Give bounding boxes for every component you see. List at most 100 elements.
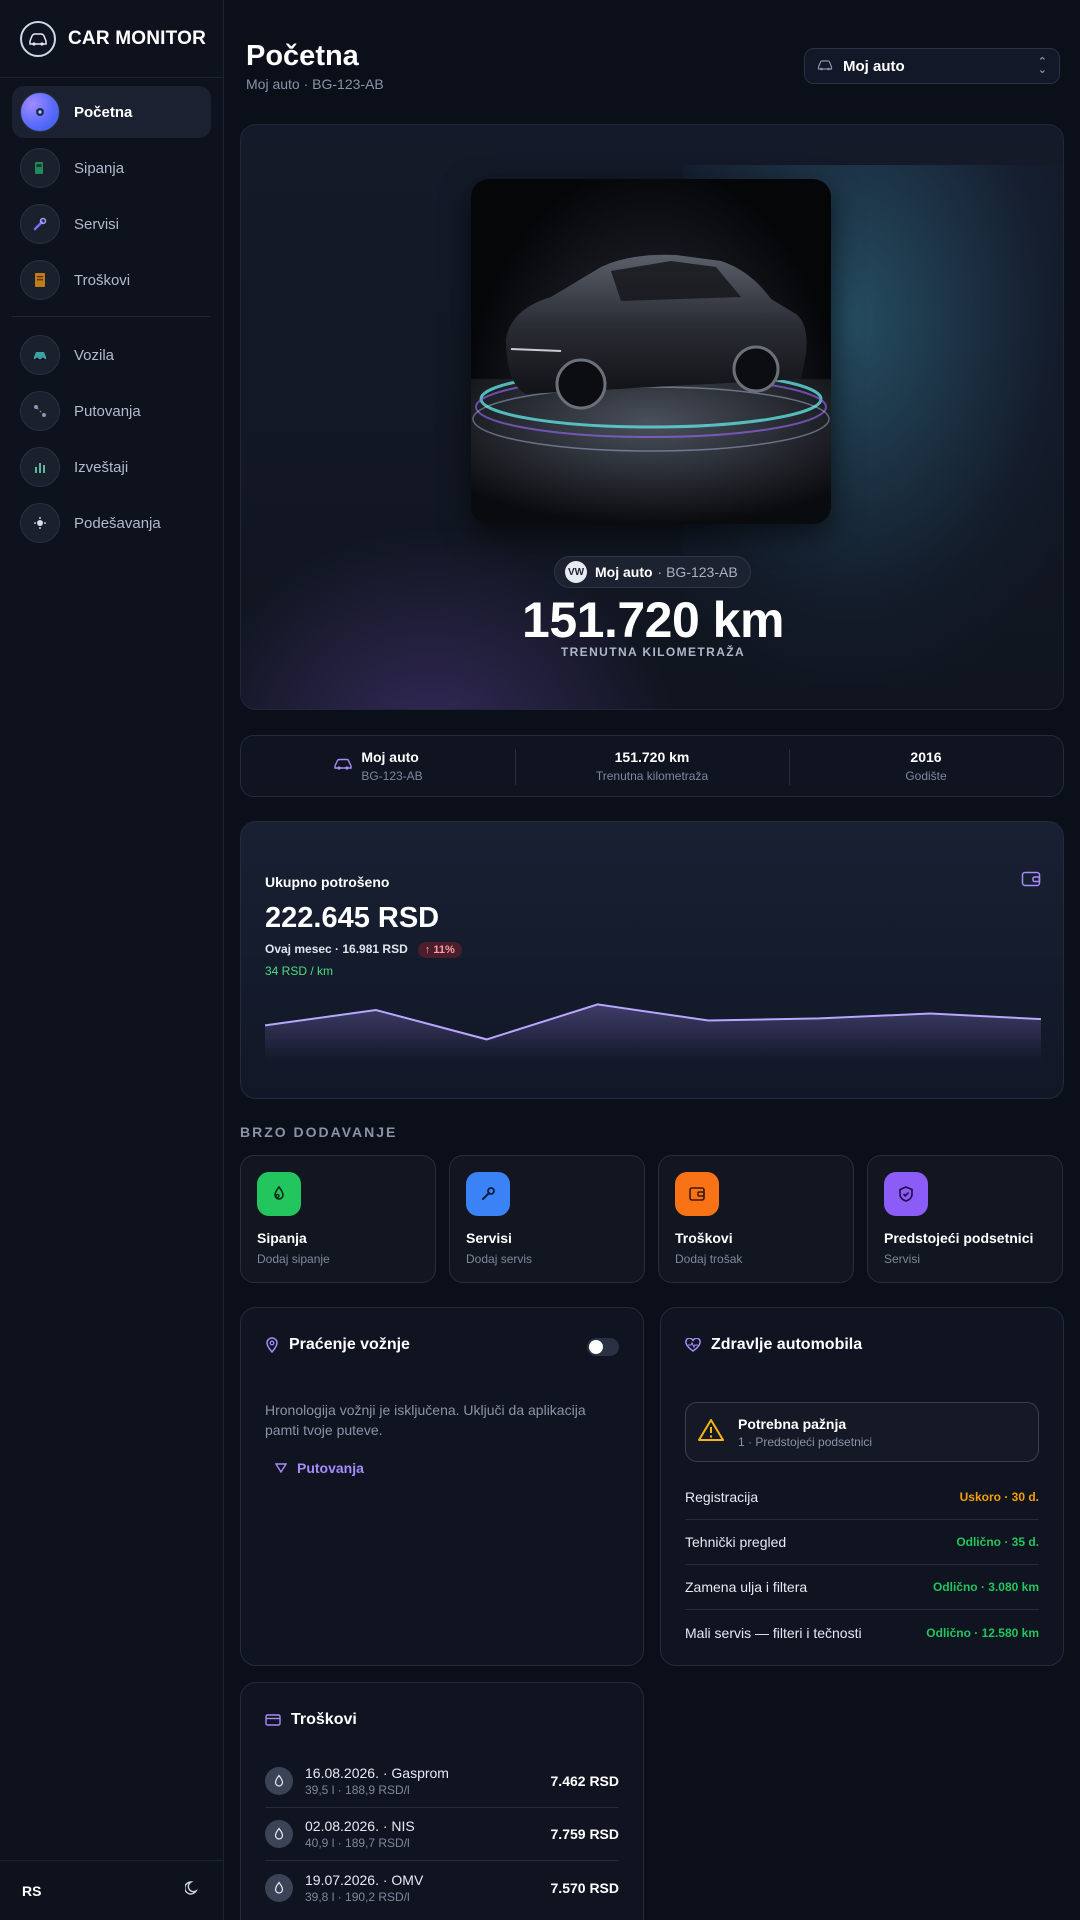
quick-add-sub: Dodaj servis xyxy=(466,1252,533,1266)
sidebar-item-servisi[interactable]: Servisi xyxy=(12,198,211,250)
wrench-icon xyxy=(20,204,60,244)
chevron-updown-icon: ⌃ ⌄ xyxy=(1037,56,1047,76)
stat-year: 2016 Godište xyxy=(789,736,1063,796)
health-row[interactable]: Zamena ulja i filtera Odlično · 3.080 km xyxy=(685,1565,1039,1610)
page-subtitle: Moj auto · BG-123-AB xyxy=(246,76,384,92)
wrench-icon xyxy=(466,1172,510,1216)
expense-sub: 39,5 l · 188,9 RSD/l xyxy=(305,1783,410,1797)
sidebar-item-label: Izveštaji xyxy=(74,458,129,476)
fuel-drop-icon xyxy=(265,1873,293,1902)
expense-main: 16.08.2026. · Gasprom xyxy=(305,1765,449,1781)
quick-add-title: BRZO DODAVANJE xyxy=(240,1124,398,1140)
stats-bar: Moj auto BG-123-AB 151.720 km Trenutna k… xyxy=(240,735,1064,797)
tracking-toggle[interactable] xyxy=(587,1338,619,1356)
health-row-status: Odlično · 3.080 km xyxy=(932,1580,1039,1594)
car-icon xyxy=(333,757,353,776)
sidebar-item-pocetna[interactable]: Početna xyxy=(12,86,211,138)
sidebar-item-label: Sipanja xyxy=(74,159,125,177)
spending-label: Ukupno potrošeno xyxy=(265,874,390,890)
vehicle-plate: · BG-123-AB xyxy=(657,564,738,580)
quick-add-podsetnici[interactable]: Predstojeći podsetnici Servisi xyxy=(867,1155,1063,1283)
sidebar-item-sipanja[interactable]: Sipanja xyxy=(12,142,211,194)
health-row-status: Uskoro · 30 d. xyxy=(959,1490,1039,1504)
sidebar-item-izvestaji[interactable]: Izveštaji xyxy=(12,441,211,493)
page-title: Početna xyxy=(246,40,359,72)
wallet-icon xyxy=(675,1172,719,1216)
stat-sub: BG-123-AB xyxy=(361,769,423,783)
sidebar-item-label: Početna xyxy=(74,103,133,121)
sidebar-item-label: Podešavanja xyxy=(74,514,161,532)
tracking-title: Praćenje vožnje xyxy=(265,1336,410,1354)
expense-row[interactable]: 16.08.2026. · Gasprom 39,5 l · 188,9 RSD/… xyxy=(265,1755,619,1808)
receipt-icon xyxy=(20,260,60,300)
expenses-title: Troškovi xyxy=(265,1711,357,1729)
vehicle-chip[interactable]: VW Moj auto · BG-123-AB xyxy=(554,556,751,588)
shield-icon xyxy=(884,1172,928,1216)
expense-main: 02.08.2026. · NIS xyxy=(305,1818,415,1834)
brand-title: CAR MONITOR xyxy=(68,27,207,49)
expense-sub: 40,9 l · 189,7 RSD/l xyxy=(305,1836,410,1850)
sidebar-item-label: Putovanja xyxy=(74,402,141,420)
health-row[interactable]: Mali servis — filteri i tečnosti Odlično … xyxy=(685,1610,1039,1655)
mileage-label: TRENUTNA KILOMETRAŽA xyxy=(560,645,746,659)
expense-row[interactable]: 19.07.2026. · OMV 39,8 l · 190,2 RSD/l 7.… xyxy=(265,1861,619,1914)
expense-amount: 7.759 RSD xyxy=(550,1826,619,1842)
sidebar-item-vozila[interactable]: Vozila xyxy=(12,329,211,381)
health-row-status: Odlično · 12.580 km xyxy=(926,1625,1039,1640)
settings-icon xyxy=(20,503,60,543)
health-row-status: Odlično · 35 d. xyxy=(956,1535,1039,1549)
car-icon xyxy=(20,335,60,375)
sidebar-item-putovanja[interactable]: Putovanja xyxy=(12,385,211,437)
main-content: Početna Moj auto · BG-123-AB Moj auto ⌃ ⌄ xyxy=(240,0,1064,1920)
vehicle-name: Moj auto xyxy=(595,564,653,580)
sidebar-nav: Početna Sipanja Servisi Troškovi Vozila … xyxy=(0,78,223,561)
car-icon xyxy=(817,58,833,75)
hero-card: VW Moj auto · BG-123-AB 151.720 km TRENU… xyxy=(240,124,1064,710)
quick-add-servisi[interactable]: Servisi Dodaj servis xyxy=(449,1155,645,1283)
sidebar-item-troskovi[interactable]: Troškovi xyxy=(12,254,211,306)
brand[interactable]: CAR MONITOR xyxy=(0,0,223,78)
card-icon xyxy=(265,1714,281,1726)
sidebar-item-podesavanja[interactable]: Podešavanja xyxy=(12,497,211,549)
stat-vehicle: Moj auto BG-123-AB xyxy=(241,736,515,796)
health-title-text: Zdravlje automobila xyxy=(711,1336,863,1353)
alert-title: Potrebna pažnja xyxy=(738,1415,847,1432)
spending-month-value: Ovaj mesec · 16.981 RSD xyxy=(265,942,408,956)
health-row[interactable]: Registracija Uskoro · 30 d. xyxy=(685,1475,1039,1520)
moon-icon[interactable] xyxy=(184,1880,201,1901)
car-logo-icon xyxy=(20,20,56,57)
page-header: Početna Moj auto · BG-123-AB Moj auto ⌃ ⌄ xyxy=(240,0,1064,110)
health-row[interactable]: Tehnički pregled Odlično · 35 d. xyxy=(685,1520,1039,1565)
health-title: Zdravlje automobila xyxy=(685,1336,862,1354)
quick-add-troskovi[interactable]: Troškovi Dodaj trošak xyxy=(658,1155,854,1283)
trips-link[interactable]: Putovanja xyxy=(274,1460,364,1476)
stat-sub: Godište xyxy=(905,769,947,783)
sidebar-divider xyxy=(12,316,211,317)
stat-sub: Trenutna kilometraža xyxy=(595,769,709,783)
heart-pulse-icon xyxy=(685,1338,701,1352)
fuel-drop-icon xyxy=(257,1172,301,1216)
spending-card[interactable]: Ukupno potrošeno 222.645 RSD Ovaj mesec … xyxy=(240,821,1064,1099)
wallet-icon[interactable] xyxy=(1021,870,1041,893)
health-row-label: Registracija xyxy=(685,1489,759,1505)
language-switch[interactable]: RS xyxy=(22,1883,41,1899)
vw-logo-icon: VW xyxy=(565,561,587,583)
sidebar: CAR MONITOR Početna Sipanja Servisi Troš… xyxy=(0,0,224,1920)
spending-per-km: 34 RSD / km xyxy=(265,964,334,978)
spending-sparkline xyxy=(265,1003,1041,1062)
sidebar-item-label: Vozila xyxy=(74,346,115,364)
quick-add-title: Sipanja xyxy=(257,1230,307,1246)
sidebar-item-label: Servisi xyxy=(74,215,120,233)
quick-add-sipanja[interactable]: Sipanja Dodaj sipanje xyxy=(240,1155,436,1283)
change-badge: ↑ 11% xyxy=(417,942,462,958)
expense-amount: 7.462 RSD xyxy=(550,1773,619,1789)
car-select-value: Moj auto xyxy=(843,57,905,75)
dashboard-icon xyxy=(20,92,60,132)
expense-row[interactable]: 02.08.2026. · NIS 40,9 l · 189,7 RSD/l 7.… xyxy=(265,1808,619,1861)
expense-amount: 7.570 RSD xyxy=(550,1879,619,1896)
car-select[interactable]: Moj auto ⌃ ⌄ xyxy=(804,48,1060,84)
triangle-down-icon xyxy=(274,1460,288,1476)
quick-add-sub: Servisi xyxy=(884,1252,921,1266)
health-row-label: Mali servis — filteri i tečnosti xyxy=(685,1624,862,1641)
attention-alert[interactable]: Potrebna pažnja 1 · Predstojeći podsetni… xyxy=(685,1402,1039,1462)
